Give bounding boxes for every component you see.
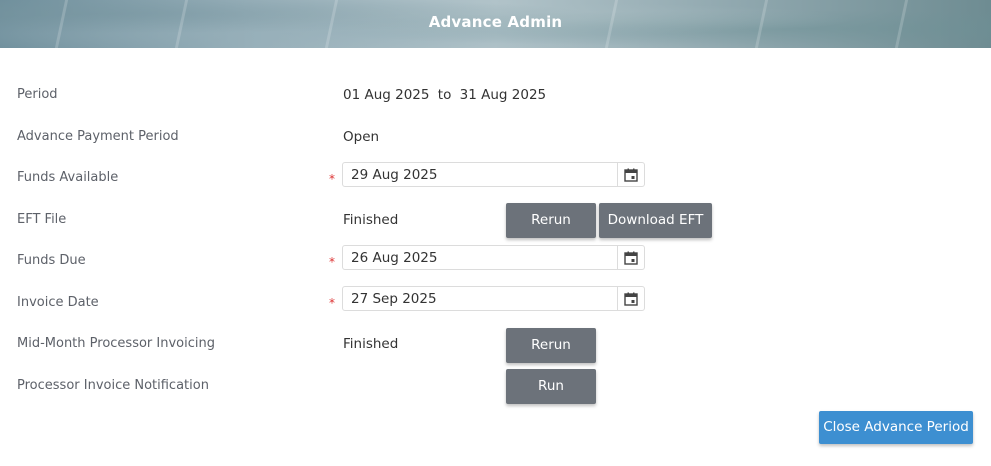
invoice-date-field[interactable]: 27 Sep 2025 <box>342 286 645 311</box>
funds-due-label: Funds Due <box>17 253 86 268</box>
eft-file-status: Finished <box>343 212 399 228</box>
period-end: 31 Aug 2025 <box>459 87 547 103</box>
period-label: Period <box>17 87 58 102</box>
calendar-icon[interactable] <box>617 287 644 310</box>
calendar-icon[interactable] <box>617 246 644 269</box>
close-advance-period-button[interactable]: Close Advance Period <box>819 411 973 444</box>
eft-rerun-button[interactable]: Rerun <box>506 203 596 238</box>
advance-payment-period-label: Advance Payment Period <box>17 129 179 144</box>
invoice-date-label: Invoice Date <box>17 295 99 310</box>
processor-invoice-notification-label: Processor Invoice Notification <box>17 378 209 393</box>
mid-month-invoicing-label: Mid-Month Processor Invoicing <box>17 336 215 351</box>
notification-run-button[interactable]: Run <box>506 369 596 404</box>
eft-file-label: EFT File <box>17 212 67 227</box>
required-marker: * <box>329 296 335 310</box>
page-header: Advance Admin <box>0 0 991 48</box>
period-value: 01 Aug 2025 to 31 Aug 2025 <box>343 87 546 103</box>
required-marker: * <box>329 255 335 269</box>
funds-available-label: Funds Available <box>17 170 119 185</box>
funds-available-field[interactable]: 29 Aug 2025 <box>342 162 645 187</box>
advance-payment-period-value: Open <box>343 129 380 145</box>
calendar-icon[interactable] <box>617 163 644 186</box>
funds-available-value: 29 Aug 2025 <box>351 167 438 183</box>
invoice-date-value: 27 Sep 2025 <box>351 291 437 307</box>
required-marker: * <box>329 172 335 186</box>
period-to: to <box>437 87 452 103</box>
period-start: 01 Aug 2025 <box>343 87 430 103</box>
mid-month-rerun-button[interactable]: Rerun <box>506 328 596 363</box>
download-eft-button[interactable]: Download EFT <box>599 203 712 238</box>
mid-month-invoicing-status: Finished <box>343 336 399 352</box>
funds-due-field[interactable]: 26 Aug 2025 <box>342 245 645 270</box>
funds-due-value: 26 Aug 2025 <box>351 250 438 266</box>
page-title: Advance Admin <box>428 13 563 31</box>
